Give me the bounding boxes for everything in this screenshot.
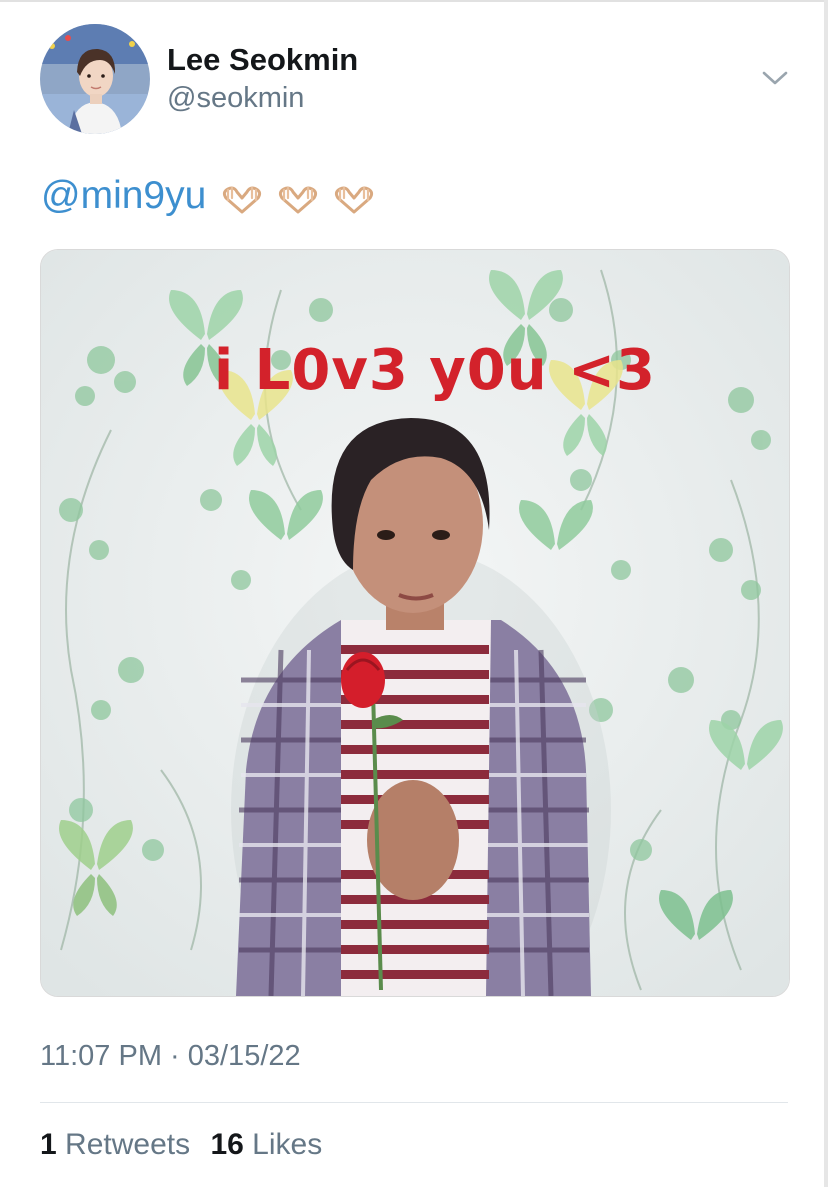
- avatar[interactable]: [40, 24, 150, 134]
- retweets-label: Retweets: [65, 1128, 191, 1161]
- user-handle[interactable]: @seokmin: [167, 82, 304, 115]
- likes-stat[interactable]: 16 Likes: [210, 1128, 322, 1161]
- chevron-down-icon[interactable]: [760, 66, 790, 90]
- divider: [40, 1102, 788, 1103]
- retweets-stat[interactable]: 1 Retweets: [40, 1128, 190, 1161]
- heart-hands-icon: [276, 180, 320, 214]
- heart-hands-icon: [332, 180, 376, 214]
- tweet-card: Lee Seokmin @seokmin @min9yu i L0v3 y0u …: [0, 0, 828, 1187]
- likes-count: 16: [210, 1128, 244, 1161]
- likes-label: Likes: [252, 1128, 323, 1161]
- tweet-stats: 1 Retweets 16 Likes: [40, 1128, 334, 1162]
- tweet-image[interactable]: i L0v3 y0u <3: [40, 249, 790, 997]
- mention-link[interactable]: @min9yu: [41, 172, 206, 220]
- image-caption: i L0v3 y0u <3: [213, 338, 657, 403]
- tweet-timestamp[interactable]: 11:07 PM · 03/15/22: [40, 1040, 301, 1073]
- retweets-count: 1: [40, 1128, 57, 1161]
- heart-hands-icon: [220, 180, 264, 214]
- emoji-group: [220, 180, 376, 214]
- tweet-text: @min9yu: [41, 172, 376, 220]
- display-name[interactable]: Lee Seokmin: [167, 42, 358, 78]
